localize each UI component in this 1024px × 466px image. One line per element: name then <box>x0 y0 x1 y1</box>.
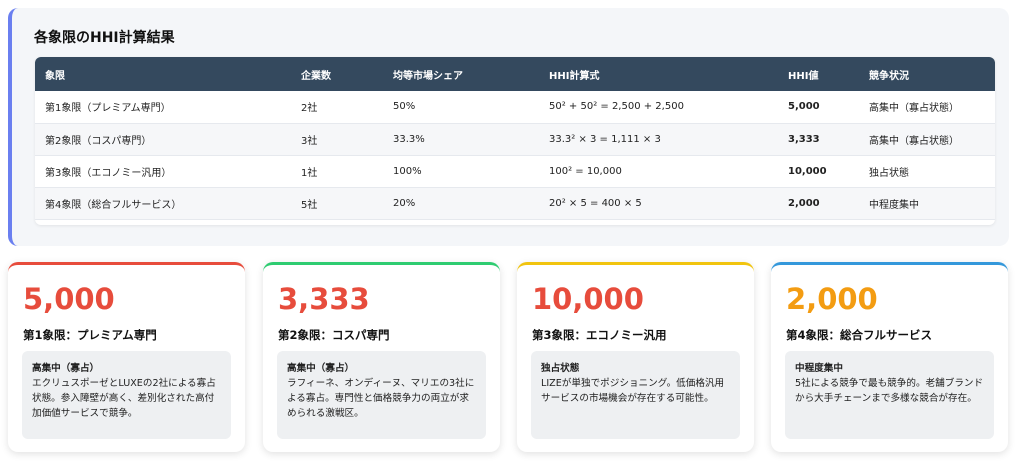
competition-status: 中程度集中 <box>795 363 843 374</box>
quadrant-name: 第3象限：エコノミー汎用 <box>532 328 667 342</box>
column-header-company-count: 企業数 <box>301 70 331 82</box>
cell-competition: 高集中（寡占状態） <box>869 103 959 115</box>
cell-hhi-value: 5,000 <box>788 101 820 113</box>
quadrant-description: LIZEが単独でポジショニング。低価格汎用サービスの市場機会が存在する可能性。 <box>541 378 725 404</box>
cell-equal-share: 50% <box>393 101 416 113</box>
quadrant-card-1: 5,000 第1象限：プレミアム専門 高集中（寡占） エクリュスポーゼとLUXE… <box>8 262 245 452</box>
column-header-equal-share: 均等市場シェア <box>393 70 463 82</box>
column-header-hhi-value: HHI値 <box>788 70 819 82</box>
quadrant-description-box: 高集中（寡占） ラフィーネ、オンディーヌ、マリエの3社による寡占。専門性と価格競… <box>277 351 486 439</box>
hhi-value: 2,000 <box>786 282 878 316</box>
table-row: 第4象限（総合フルサービス） 5社 20% 20² × 5 = 400 × 5 … <box>35 187 995 219</box>
quadrant-description-box: 中程度集中 5社による競争で最も競争的。老舗ブランドから大手チェーンまで多様な競… <box>785 351 994 439</box>
cell-quadrant: 第3象限（エコノミー汎用） <box>45 167 172 179</box>
quadrant-description-box: 独占状態 LIZEが単独でポジショニング。低価格汎用サービスの市場機会が存在する… <box>531 351 740 439</box>
cell-hhi-formula: 50² + 50² = 2,500 + 2,500 <box>549 101 684 113</box>
cell-hhi-formula: 100² = 10,000 <box>549 165 622 177</box>
cell-hhi-value: 3,333 <box>788 133 820 145</box>
hhi-results-panel: 各象限のHHI計算結果 象限 企業数 均等市場シェア HHI計算式 HHI値 競… <box>8 8 1009 246</box>
cell-company-count: 3社 <box>301 135 318 147</box>
hhi-value: 3,333 <box>278 282 370 316</box>
table-row: 第3象限（エコノミー汎用） 1社 100% 100² = 10,000 10,0… <box>35 155 995 187</box>
quadrant-name: 第4象限：総合フルサービス <box>786 328 933 342</box>
quadrant-description: 5社による競争で最も競争的。老舗ブランドから大手チェーンまで多様な競合が存在。 <box>795 378 984 404</box>
column-header-hhi-formula: HHI計算式 <box>549 70 600 82</box>
cell-competition: 独占状態 <box>869 167 909 179</box>
table-row: 第1象限（プレミアム専門） 2社 50% 50² + 50² = 2,500 +… <box>35 91 995 123</box>
panel-title: 各象限のHHI計算結果 <box>34 30 175 46</box>
quadrant-name: 第1象限：プレミアム専門 <box>23 328 157 342</box>
quadrant-name: 第2象限：コスパ専門 <box>278 328 390 342</box>
hhi-value: 5,000 <box>23 282 115 316</box>
competition-status: 独占状態 <box>541 363 580 374</box>
table-row: 第2象限（コスパ専門） 3社 33.3% 33.3² × 3 = 1,111 ×… <box>35 123 995 155</box>
column-header-quadrant: 象限 <box>45 70 65 82</box>
quadrant-description: ラフィーネ、オンディーヌ、マリエの3社による寡占。専門性と価格競争力の両立が求め… <box>287 378 475 419</box>
cell-competition: 高集中（寡占状態） <box>869 135 959 147</box>
quadrant-card-3: 10,000 第3象限：エコノミー汎用 独占状態 LIZEが単独でポジショニング… <box>517 262 754 452</box>
cell-hhi-value: 10,000 <box>788 165 827 177</box>
competition-status: 高集中（寡占） <box>287 363 355 374</box>
cell-hhi-formula: 20² × 5 = 400 × 5 <box>549 197 642 209</box>
hhi-value: 10,000 <box>532 282 644 316</box>
competition-status: 高集中（寡占） <box>32 363 100 374</box>
cell-equal-share: 100% <box>393 165 422 177</box>
cell-quadrant: 第1象限（プレミアム専門） <box>45 103 171 115</box>
cell-hhi-formula: 33.3² × 3 = 1,111 × 3 <box>549 133 661 145</box>
quadrant-description-box: 高集中（寡占） エクリュスポーゼとLUXEの2社による寡占状態。参入障壁が高く、… <box>22 351 231 439</box>
hhi-table-container: 象限 企業数 均等市場シェア HHI計算式 HHI値 競争状況 第1象限（プレミ… <box>35 57 995 225</box>
quadrant-description: エクリュスポーゼとLUXEの2社による寡占状態。参入障壁が高く、差別化された高付… <box>32 378 216 419</box>
column-header-competition: 競争状況 <box>869 70 909 82</box>
cell-equal-share: 20% <box>393 197 416 209</box>
hhi-table: 象限 企業数 均等市場シェア HHI計算式 HHI値 競争状況 第1象限（プレミ… <box>35 57 995 220</box>
cell-quadrant: 第4象限（総合フルサービス） <box>45 199 182 211</box>
cell-company-count: 1社 <box>301 167 318 179</box>
quadrant-card-4: 2,000 第4象限：総合フルサービス 中程度集中 5社による競争で最も競争的。… <box>771 262 1008 452</box>
quadrant-card-2: 3,333 第2象限：コスパ専門 高集中（寡占） ラフィーネ、オンディーヌ、マリ… <box>263 262 500 452</box>
cell-hhi-value: 2,000 <box>788 197 820 209</box>
cell-quadrant: 第2象限（コスパ専門） <box>45 135 152 147</box>
cell-company-count: 5社 <box>301 199 318 211</box>
cell-company-count: 2社 <box>301 103 318 115</box>
cell-competition: 中程度集中 <box>869 199 919 211</box>
cell-equal-share: 33.3% <box>393 133 425 145</box>
table-header-row: 象限 企業数 均等市場シェア HHI計算式 HHI値 競争状況 <box>35 57 995 91</box>
